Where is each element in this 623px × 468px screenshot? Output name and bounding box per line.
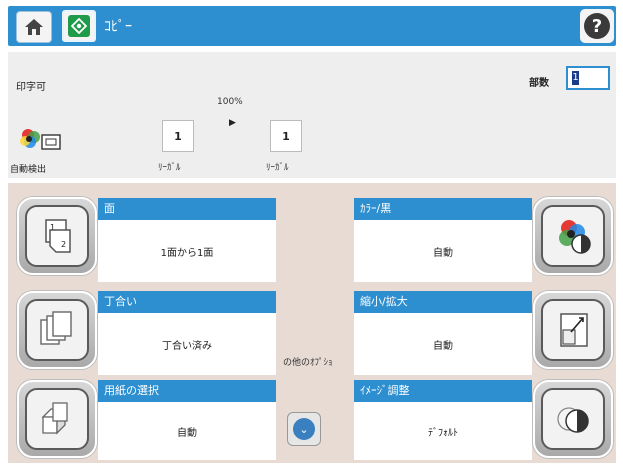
- more-options-button[interactable]: ⌄: [287, 412, 321, 446]
- help-icon: ?: [584, 13, 610, 39]
- image-adjust-option[interactable]: ｲﾒｰｼﾞ調整 ﾃﾞﾌｫﾙﾄ: [354, 380, 532, 460]
- reduce-enlarge-icon: [560, 313, 588, 347]
- collate-tile-icon-button[interactable]: [17, 291, 97, 369]
- home-button[interactable]: [16, 11, 52, 43]
- start-copy-button[interactable]: [62, 10, 96, 42]
- sides-tile-icon-button[interactable]: 1 2: [17, 197, 97, 275]
- original-paper-label: ﾘｰｶﾞﾙ: [158, 163, 181, 173]
- output-paper-label: ﾘｰｶﾞﾙ: [266, 163, 289, 173]
- zoom-label: 100%: [217, 97, 243, 107]
- collate-value: 丁合い済み: [162, 340, 212, 352]
- sides-title: 面: [98, 198, 276, 220]
- copy-start-icon: [68, 15, 90, 37]
- two-sided-icon: 1 2: [45, 219, 71, 253]
- svg-text:2: 2: [61, 240, 66, 249]
- paper-select-option[interactable]: 用紙の選択 自動: [98, 380, 276, 460]
- chevron-down-icon: ⌄: [293, 418, 315, 440]
- collate-icon: [40, 311, 72, 345]
- color-tile-icon-button[interactable]: [533, 197, 613, 275]
- copy-preview-area: [8, 52, 616, 178]
- home-icon: [25, 19, 43, 35]
- collate-option[interactable]: 丁合い 丁合い済み: [98, 291, 276, 375]
- reduce-enlarge-tile-icon-button[interactable]: [533, 291, 613, 369]
- help-button[interactable]: ?: [580, 9, 614, 43]
- sides-option[interactable]: 面 1面から1面: [98, 198, 276, 282]
- paper-tray-icon: [41, 402, 68, 435]
- color-title: ｶﾗｰ/黒: [354, 198, 532, 220]
- arrow-right-icon: ▶: [229, 118, 236, 128]
- copies-input[interactable]: 1: [566, 66, 610, 90]
- original-page-preview: 1: [162, 120, 194, 152]
- status-text: 印字可: [16, 82, 46, 93]
- image-adjust-icon: [557, 407, 589, 433]
- collate-title: 丁合い: [98, 291, 276, 313]
- image-adjust-title: ｲﾒｰｼﾞ調整: [354, 380, 532, 402]
- reduce-enlarge-value: 自動: [433, 340, 453, 352]
- color-detect-icon: [20, 129, 61, 150]
- color-black-icon: [559, 220, 591, 254]
- paper-select-tile-icon-button[interactable]: [17, 380, 97, 458]
- copies-label: 部数: [529, 78, 549, 89]
- reduce-enlarge-title: 縮小/拡大: [354, 291, 532, 313]
- page-title: ｺﾋﾟｰ: [104, 19, 132, 35]
- color-mode-label: 自動検出: [10, 165, 47, 175]
- image-adjust-tile-icon-button[interactable]: [533, 380, 613, 458]
- output-page-preview: 1: [270, 120, 302, 152]
- paper-select-title: 用紙の選択: [98, 380, 276, 402]
- other-options-label: の他のｵﾌﾟｼｮ: [283, 358, 333, 368]
- image-adjust-value: ﾃﾞﾌｫﾙﾄ: [428, 427, 458, 439]
- color-value: 自動: [433, 247, 453, 259]
- paper-select-value: 自動: [177, 427, 197, 439]
- title-bar: ｺﾋﾟｰ ?: [8, 6, 616, 46]
- reduce-enlarge-option[interactable]: 縮小/拡大 自動: [354, 291, 532, 375]
- color-option[interactable]: ｶﾗｰ/黒 自動: [354, 198, 532, 282]
- sides-value: 1面から1面: [160, 247, 214, 259]
- copies-value: 1: [572, 71, 579, 85]
